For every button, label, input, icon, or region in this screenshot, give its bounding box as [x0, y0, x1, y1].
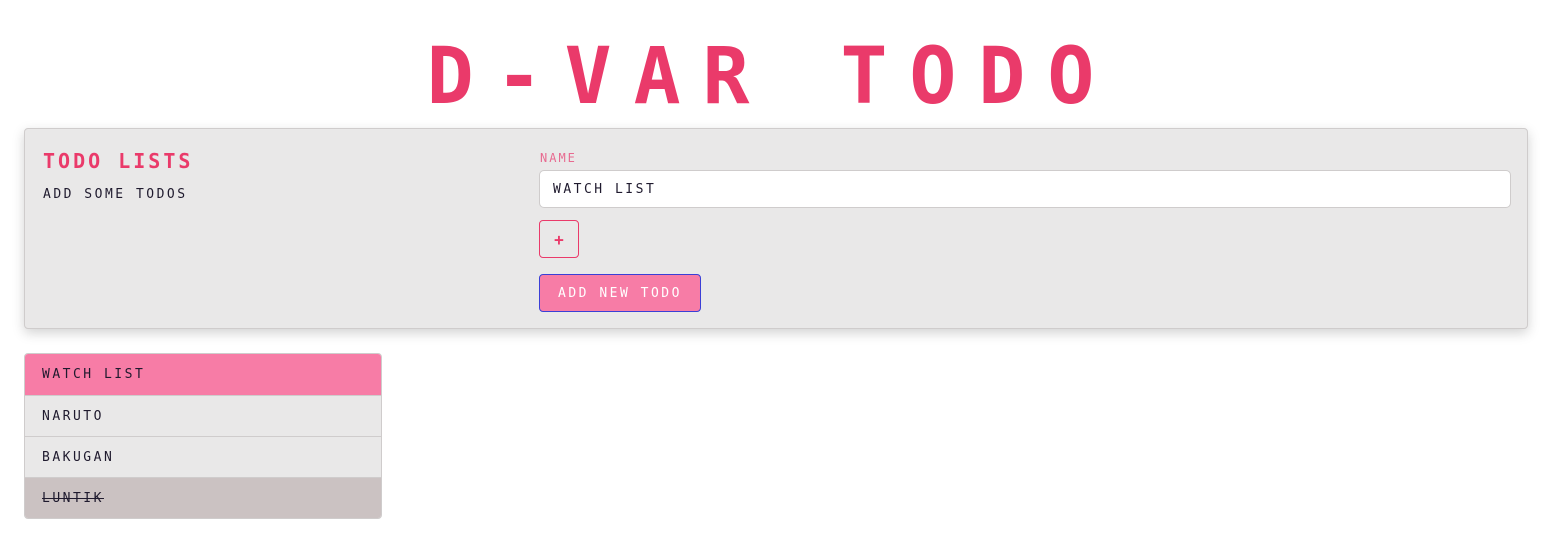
- name-input[interactable]: [539, 170, 1511, 208]
- list-item-luntik[interactable]: LUNTIK: [25, 477, 381, 518]
- app-title: D-VAR TODO: [426, 32, 1117, 122]
- add-item-plus-button[interactable]: +: [539, 220, 579, 258]
- todo-form-panel: TODO LISTS ADD SOME TODOS NAME + ADD NEW…: [24, 128, 1528, 329]
- add-new-todo-button[interactable]: ADD NEW TODO: [539, 274, 701, 312]
- list-item-watch-list[interactable]: WATCH LIST: [25, 354, 381, 395]
- list-item-bakugan[interactable]: BAKUGAN: [25, 436, 381, 477]
- panel-subtitle: ADD SOME TODOS: [43, 187, 188, 202]
- name-field-label: NAME: [540, 151, 577, 165]
- list-item-naruto[interactable]: NARUTO: [25, 395, 381, 436]
- todo-list: WATCH LIST NARUTO BAKUGAN LUNTIK: [24, 353, 382, 519]
- panel-title: TODO LISTS: [43, 149, 194, 173]
